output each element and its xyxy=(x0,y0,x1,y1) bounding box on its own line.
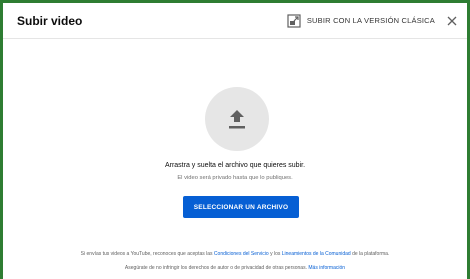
terms-prefix: Si envías tus videos a YouTube, reconoce… xyxy=(80,251,214,257)
select-file-button[interactable]: SELECCIONAR UN ARCHIVO xyxy=(183,196,299,218)
dialog-title: Subir video xyxy=(17,13,83,28)
upload-dialog: Subir video SUBIR CON LA VERSIÓN CLÁSICA xyxy=(3,3,467,279)
terms-middle: y los xyxy=(268,251,282,257)
copyright-text: Asegúrate de no infringir los derechos d… xyxy=(124,265,309,271)
upload-arrow-icon xyxy=(229,110,245,129)
privacy-note: El video será privado hasta que lo publi… xyxy=(177,175,293,181)
upload-area[interactable]: Arrastra y suelta el archivo que quieres… xyxy=(3,39,467,279)
close-button[interactable] xyxy=(445,14,459,28)
classic-upload-label: SUBIR CON LA VERSIÓN CLÁSICA xyxy=(306,16,435,25)
classic-upload-icon xyxy=(287,13,301,28)
terms-notice: Si envías tus videos a YouTube, reconoce… xyxy=(3,251,467,257)
more-info-link[interactable]: Más información xyxy=(308,265,345,271)
classic-upload-button[interactable]: SUBIR CON LA VERSIÓN CLÁSICA xyxy=(287,13,435,28)
drag-drop-text: Arrastra y suelta el archivo que quieres… xyxy=(164,162,306,169)
terms-suffix: de la plataforma. xyxy=(350,251,390,257)
header-actions: SUBIR CON LA VERSIÓN CLÁSICA xyxy=(287,13,459,28)
copyright-notice: Asegúrate de no infringir los derechos d… xyxy=(3,265,467,271)
dialog-header: Subir video SUBIR CON LA VERSIÓN CLÁSICA xyxy=(3,3,467,39)
close-icon xyxy=(447,16,457,25)
guidelines-link[interactable]: Lineamientos de la Comunidad xyxy=(282,251,351,257)
terms-link[interactable]: Condiciones del Servicio xyxy=(214,251,269,257)
upload-drop-target[interactable] xyxy=(205,87,269,151)
